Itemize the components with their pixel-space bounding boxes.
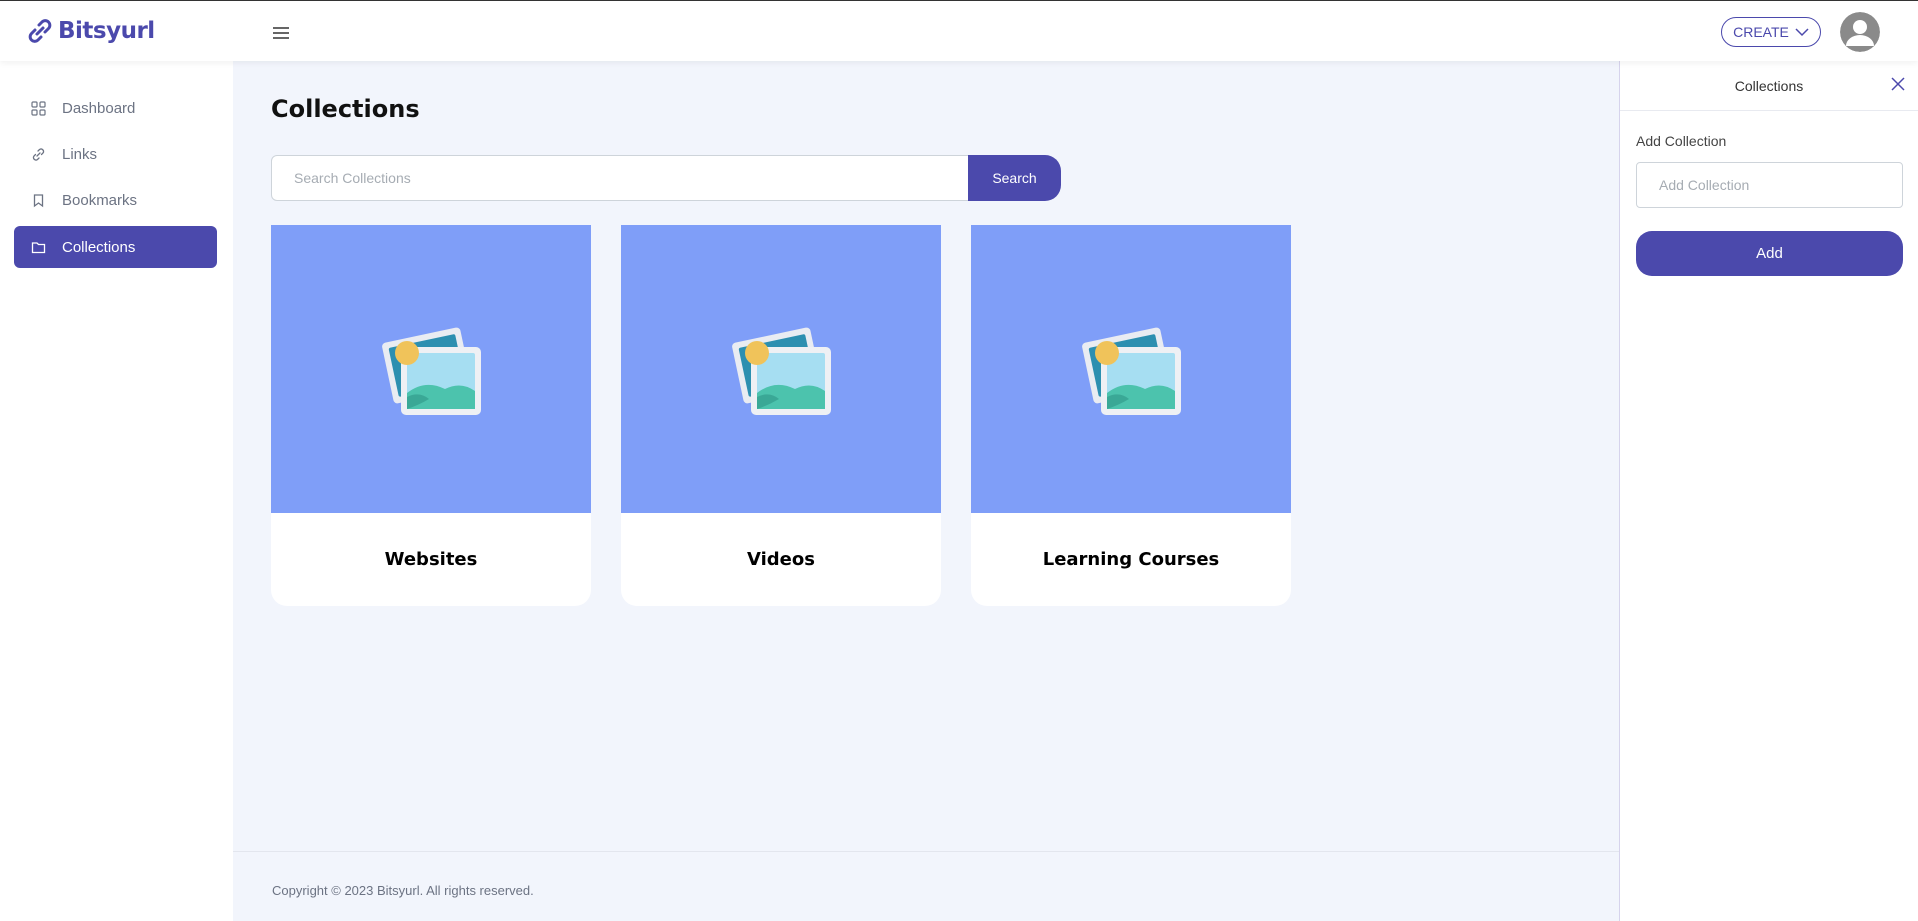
card-title: Videos [747,549,815,570]
create-button[interactable]: CREATE [1721,17,1821,47]
footer-copyright: Copyright © 2023 Bitsyurl. All rights re… [272,883,534,898]
card-title: Websites [384,549,478,570]
create-button-label: CREATE [1733,24,1789,40]
collection-card-websites[interactable]: Websites [271,225,591,606]
card-title: Learning Courses [1042,549,1220,570]
search-input[interactable] [271,155,969,201]
search-button[interactable]: Search [968,155,1061,201]
add-collection-label: Add Collection [1636,133,1727,149]
collection-card-learning-courses[interactable]: Learning Courses [971,225,1291,606]
collection-card-videos[interactable]: Videos [621,225,941,606]
bookmark-icon [30,192,46,208]
footer-divider [233,851,1619,852]
sidebar-item-dashboard[interactable]: Dashboard [14,87,217,129]
grid-icon [30,100,46,116]
top-header: Bitsyurl CREATE [0,0,1918,61]
panel-header: Collections [1620,61,1918,111]
app-name: Bitsyurl [58,18,155,44]
sidebar-item-label: Links [62,145,98,163]
sidebar-item-links[interactable]: Links [14,133,217,175]
image-placeholder-icon [732,327,831,415]
sidebar-item-collections[interactable]: Collections [14,226,217,268]
sidebar-item-label: Bookmarks [62,191,138,209]
user-avatar[interactable] [1840,12,1880,52]
sidebar: Dashboard Links Bookmarks Collections [0,61,233,921]
card-image [621,225,941,513]
folder-icon [30,239,46,255]
sidebar-item-label: Collections [62,238,136,256]
chevron-down-icon [1795,28,1809,37]
link-logo-icon [28,19,52,43]
add-collection-input[interactable] [1636,162,1903,208]
panel-title: Collections [1734,77,1804,94]
sidebar-item-label: Dashboard [62,99,136,117]
menu-toggle-icon[interactable] [271,25,291,41]
page-title: Collections [271,95,420,123]
image-placeholder-icon [382,327,481,415]
add-collection-button[interactable]: Add [1636,231,1903,276]
link-icon [30,146,46,162]
card-image [271,225,591,513]
close-icon[interactable] [1890,76,1906,92]
logo[interactable]: Bitsyurl [26,17,155,45]
collections-side-panel: Collections Add Collection Add [1619,61,1918,921]
sidebar-item-bookmarks[interactable]: Bookmarks [14,179,217,221]
image-placeholder-icon [1082,327,1181,415]
card-image [971,225,1291,513]
